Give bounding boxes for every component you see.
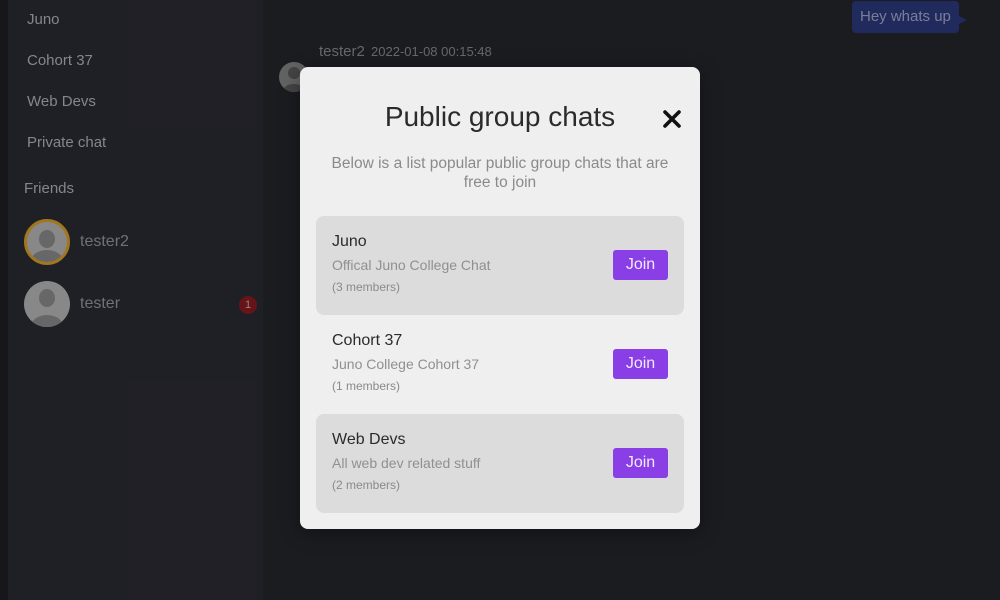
group-member-count: (2 members) — [332, 478, 401, 492]
group-member-count: (1 members) — [332, 379, 401, 393]
public-groups-modal: Public group chats Below is a list popul… — [300, 67, 700, 529]
modal-title: Public group chats — [384, 101, 616, 132]
group-description: Offical Juno College Chat — [332, 257, 491, 273]
group-name: Juno — [332, 233, 367, 250]
group-name: Cohort 37 — [332, 332, 403, 349]
chat-app: Juno Cohort 37 Web Devs Private chat Fri… — [0, 0, 1000, 600]
group-description: Juno College Cohort 37 — [332, 356, 480, 372]
join-button[interactable]: Join — [613, 349, 668, 379]
group-card-web-devs: Web Devs All web dev related stuff (2 me… — [316, 414, 684, 513]
join-button[interactable]: Join — [613, 250, 668, 280]
group-member-count: (3 members) — [332, 280, 401, 294]
group-name: Web Devs — [332, 431, 406, 448]
group-description: All web dev related stuff — [332, 455, 481, 471]
group-card-juno: Juno Offical Juno College Chat (3 member… — [316, 216, 684, 315]
close-icon[interactable] — [660, 107, 684, 131]
group-card-cohort-37: Cohort 37 Juno College Cohort 37 (1 memb… — [316, 315, 684, 414]
modal-description: Below is a list popular public group cha… — [331, 155, 669, 191]
join-button[interactable]: Join — [613, 448, 668, 478]
